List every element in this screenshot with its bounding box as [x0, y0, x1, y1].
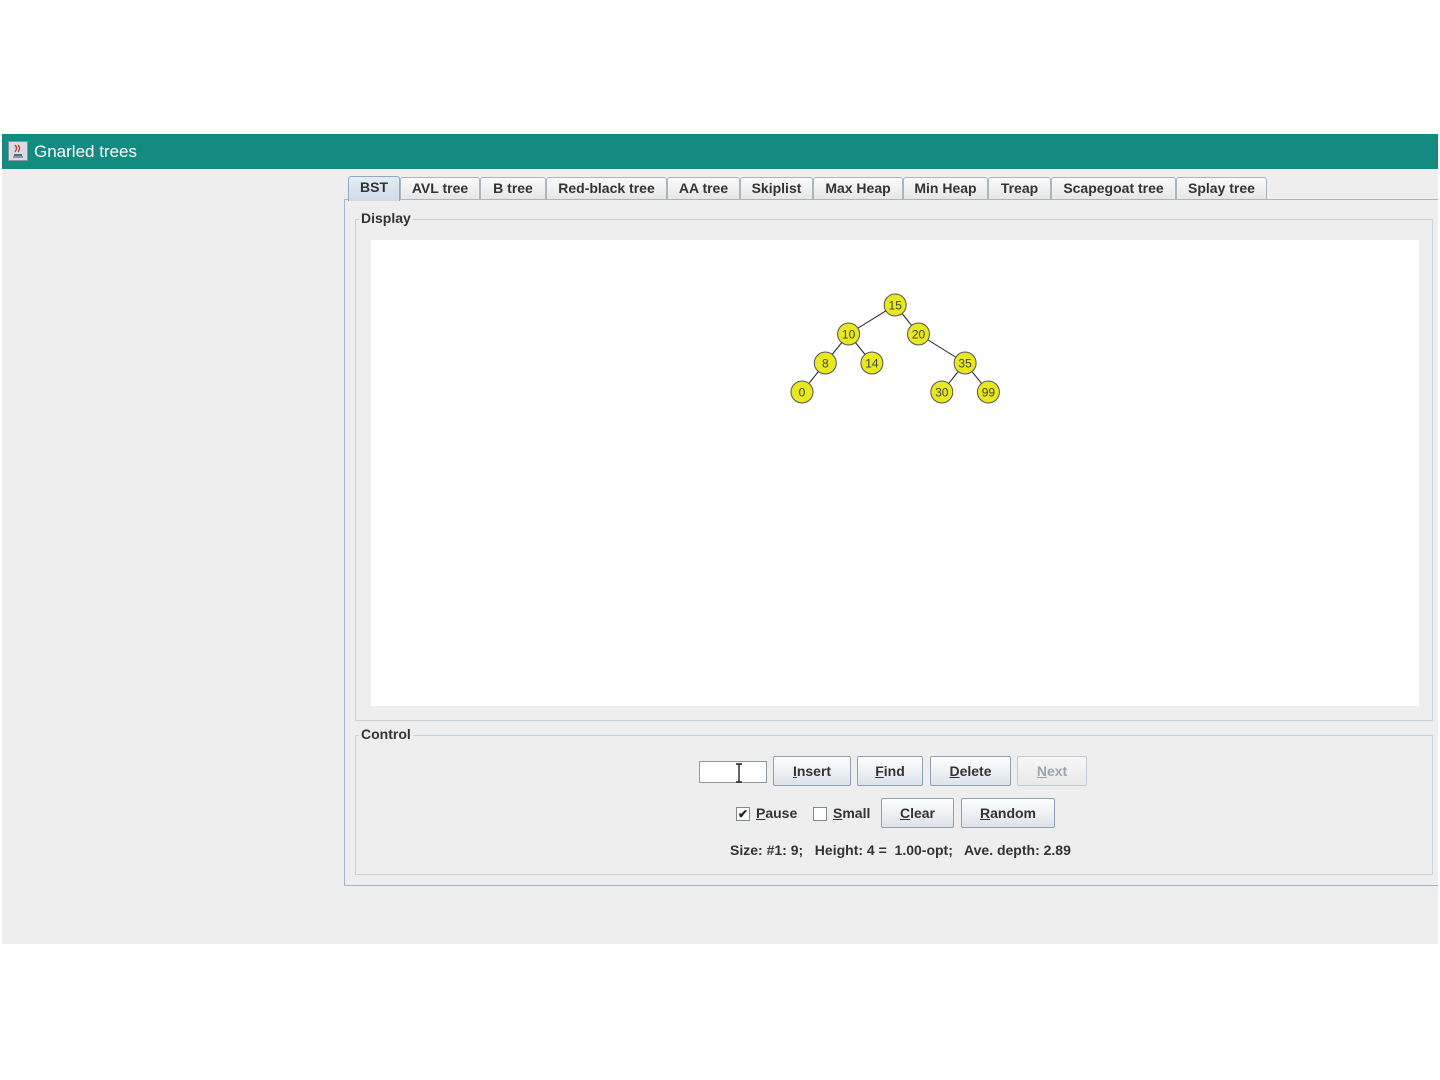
- tree-node-8: 8: [813, 351, 837, 375]
- tree-node-key: 10: [842, 328, 856, 342]
- tab-scapegoat-tree[interactable]: Scapegoat tree: [1051, 177, 1176, 199]
- tree-node-0: 0: [790, 380, 814, 404]
- display-label: Display: [359, 210, 413, 226]
- clear-mnemonic: C: [899, 805, 911, 821]
- tab-splay-tree[interactable]: Splay tree: [1176, 177, 1267, 199]
- tree-node-key: 30: [935, 386, 949, 400]
- tab-red-black-tree[interactable]: Red-black tree: [546, 177, 667, 199]
- pause-checkbox-label[interactable]: Pause: [756, 805, 797, 821]
- java-app-icon: [8, 141, 28, 161]
- find-label: ind: [883, 763, 905, 779]
- tree-node-key: 99: [982, 386, 996, 400]
- small-label: mall: [842, 805, 871, 821]
- text-cursor-icon: [736, 763, 742, 783]
- find-button[interactable]: Find: [857, 756, 923, 786]
- small-mnemonic: S: [833, 805, 843, 821]
- tree-node-30: 30: [930, 380, 954, 404]
- next-mnemonic: N: [1036, 763, 1047, 779]
- tree-node-key: 0: [799, 386, 806, 400]
- small-checkbox-label[interactable]: Small: [833, 805, 870, 821]
- tree-node-10: 10: [837, 322, 861, 346]
- status-text: Size: #1: 9; Height: 4 = 1.00-opt; Ave. …: [730, 842, 1071, 858]
- main-content: BST AVL tree B tree Red-black tree AA tr…: [2, 169, 1438, 944]
- delete-button[interactable]: Delete: [930, 756, 1011, 786]
- small-checkbox[interactable]: [813, 807, 827, 821]
- pause-label: ause: [765, 805, 798, 821]
- insert-label: nsert: [796, 763, 832, 779]
- tree-node-key: 8: [822, 357, 829, 371]
- next-label: ext: [1046, 763, 1068, 779]
- delete-mnemonic: D: [949, 763, 960, 779]
- pause-checkbox[interactable]: ✔: [736, 807, 750, 821]
- tree-node-20: 20: [907, 322, 930, 346]
- tree-node-key: 20: [912, 328, 926, 342]
- delete-label: elete: [959, 763, 992, 779]
- clear-button[interactable]: Clear: [881, 798, 954, 828]
- random-mnemonic: R: [979, 805, 991, 821]
- clear-label: lear: [910, 805, 936, 821]
- next-button[interactable]: Next: [1017, 756, 1087, 786]
- insert-button[interactable]: Insert: [773, 756, 851, 786]
- tree-node-key: 35: [958, 357, 972, 371]
- tree-node-key: 15: [889, 299, 903, 313]
- pause-mnemonic: P: [756, 805, 766, 821]
- tree-canvas: 15 10 20 8 14 35 0 30 99: [371, 240, 1419, 706]
- app-window: Gnarled trees BST AVL tree B tree Red-bl…: [2, 134, 1438, 944]
- tree-node-99: 99: [976, 380, 1000, 404]
- random-label: andom: [990, 805, 1036, 821]
- title-bar: Gnarled trees: [2, 134, 1438, 169]
- tree-drawing: 15 10 20 8 14 35 0 30 99: [790, 293, 1000, 404]
- find-mnemonic: F: [875, 763, 884, 779]
- tab-avl-tree[interactable]: AVL tree: [400, 177, 480, 199]
- tab-aa-tree[interactable]: AA tree: [667, 177, 740, 199]
- tree-node-14: 14: [860, 351, 884, 375]
- tab-max-heap[interactable]: Max Heap: [813, 177, 903, 199]
- tree-node-key: 14: [865, 357, 879, 371]
- random-button[interactable]: Random: [961, 798, 1055, 828]
- tab-bst[interactable]: BST: [348, 176, 400, 201]
- tree-node-35: 35: [953, 351, 977, 375]
- tab-b-tree[interactable]: B tree: [480, 177, 546, 199]
- tab-skiplist[interactable]: Skiplist: [740, 177, 813, 199]
- tree-node-15: 15: [883, 293, 907, 317]
- checkmark-icon: ✔: [737, 807, 749, 821]
- tab-min-heap[interactable]: Min Heap: [903, 177, 988, 199]
- window-title: Gnarled trees: [34, 142, 137, 161]
- tab-treap[interactable]: Treap: [988, 177, 1051, 199]
- control-label: Control: [359, 726, 413, 742]
